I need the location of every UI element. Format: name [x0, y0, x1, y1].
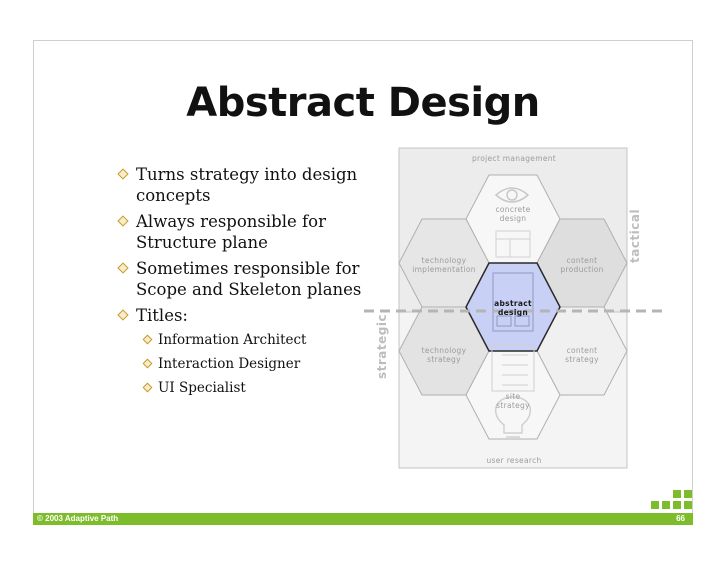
hexagon-diagram: project management concrete design techn… — [364, 145, 664, 475]
label-strategic: strategic — [375, 313, 389, 379]
bullet-text: Always responsible for Structure plane — [136, 212, 326, 252]
sub-bullet-item: Interaction Designer — [140, 355, 370, 373]
sub-bullet-item: Information Architect — [140, 331, 370, 349]
sub-bullet-text: Information Architect — [158, 332, 307, 348]
decorative-square — [684, 501, 692, 509]
decorative-square — [673, 501, 681, 509]
label-content-strategy: content strategy — [565, 346, 599, 364]
slide-title: Abstract Design — [186, 80, 540, 126]
page-number: 66 — [676, 514, 685, 523]
bullet-item: Always responsible for Structure plane — [115, 211, 370, 253]
bullet-text: Turns strategy into design concepts — [136, 165, 358, 205]
sub-bullet-text: Interaction Designer — [158, 356, 301, 372]
decorative-square — [662, 501, 670, 509]
bullet-item: Turns strategy into design concepts — [115, 164, 370, 206]
copyright-text: © 2003 Adaptive Path — [37, 514, 119, 523]
label-project-management: project management — [471, 154, 557, 163]
label-technology-implementation: technology implementation — [412, 256, 476, 274]
decorative-square — [684, 490, 692, 498]
label-tactical: tactical — [628, 208, 642, 263]
diamond-bullet-icon — [142, 358, 153, 369]
label-abstract-design: abstract design — [494, 299, 532, 317]
sub-bullet-text: UI Specialist — [158, 380, 246, 396]
diamond-bullet-icon — [117, 168, 129, 180]
diamond-bullet-icon — [142, 334, 153, 345]
diamond-bullet-icon — [117, 309, 129, 321]
diamond-bullet-icon — [117, 215, 129, 227]
footer-bar: © 2003 Adaptive Path 66 — [33, 513, 693, 525]
label-concrete-design: concrete design — [495, 205, 531, 223]
diamond-bullet-icon — [142, 382, 153, 393]
bullet-text: Sometimes responsible for Scope and Skel… — [136, 259, 362, 299]
label-site-strategy: site strategy — [496, 392, 530, 410]
bullet-item: Sometimes responsible for Scope and Skel… — [115, 258, 370, 300]
sub-bullet-item: UI Specialist — [140, 379, 370, 397]
bullet-text: Titles: — [136, 306, 188, 325]
decorative-square — [651, 501, 659, 509]
label-content-production: content production — [560, 256, 604, 274]
label-technology-strategy: technology strategy — [421, 346, 467, 364]
bullet-list: Turns strategy into design concepts Alwa… — [115, 164, 370, 403]
label-user-research: user research — [486, 456, 542, 465]
decorative-square — [673, 490, 681, 498]
diamond-bullet-icon — [117, 262, 129, 274]
bullet-item: Titles: — [115, 305, 370, 326]
